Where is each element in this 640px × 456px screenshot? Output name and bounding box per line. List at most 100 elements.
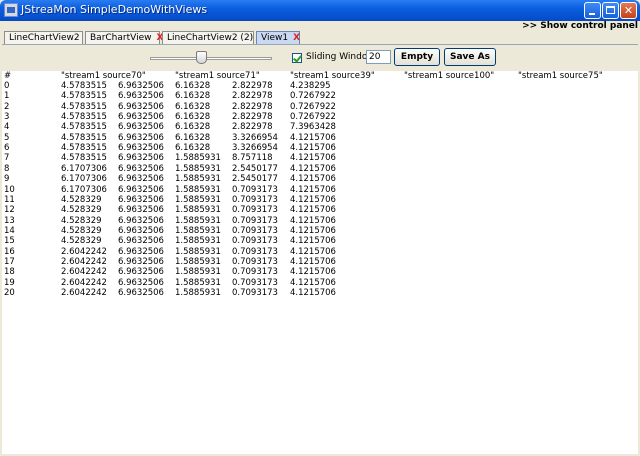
- close-icon: ✕: [623, 4, 634, 17]
- table-cell: 1.5885931: [175, 288, 221, 298]
- table-cell: 4.5783515: [61, 81, 107, 91]
- table-cell: 4.1215706: [290, 153, 336, 164]
- table-cell: 6.9632506: [118, 101, 164, 112]
- tab-linechartview2-2[interactable]: LineChartView2 (2)X: [162, 31, 265, 45]
- show-control-panel-link[interactable]: >> Show control panel: [522, 21, 638, 31]
- tab-barchartview[interactable]: BarChartView X: [85, 31, 163, 45]
- table-cell: 0.7093173: [232, 267, 278, 278]
- table-cell: 2: [4, 101, 10, 112]
- table-cell: 1.5885931: [175, 256, 221, 267]
- table-cell: 0.7093173: [232, 184, 278, 195]
- table-row: 0 4.5783515 6.9632506 6.16328 2.822978 4.2382…: [4, 81, 634, 91]
- table-cell: 6.9632506: [118, 143, 164, 154]
- column-header: "stream1 source100": [404, 71, 495, 81]
- table-row: 20 2.6042242 6.9632506 1.5885931 0.7093173 4.…: [4, 288, 634, 298]
- table-cell: 1.5885931: [175, 205, 221, 216]
- table-cell: 4.1215706: [290, 236, 336, 247]
- window-size-input[interactable]: [366, 50, 391, 64]
- table-cell: 2.5450177: [232, 163, 278, 174]
- table-cell: 12: [4, 205, 15, 216]
- close-button[interactable]: ✕: [620, 2, 637, 19]
- slider-track[interactable]: [150, 57, 272, 60]
- table-cell: 4.1215706: [290, 174, 336, 185]
- table-cell: 1.5885931: [175, 246, 221, 257]
- table-cell: 1.5885931: [175, 194, 221, 205]
- table-cell: 5: [4, 132, 10, 143]
- table-cell: 4.1215706: [290, 288, 336, 298]
- slider-thumb[interactable]: [196, 51, 207, 64]
- table-cell: 4.1215706: [290, 132, 336, 143]
- table-cell: 2.6042242: [61, 288, 107, 298]
- table-cell: 4.1215706: [290, 205, 336, 216]
- table-cell: 0: [4, 81, 10, 91]
- table-cell: 17: [4, 256, 15, 267]
- maximize-button[interactable]: [602, 2, 619, 19]
- table-cell: 4.5783515: [61, 143, 107, 154]
- table-cell: 2.822978: [232, 112, 273, 123]
- table-cell: 6.1707306: [61, 163, 107, 174]
- table-cell: 2.5450177: [232, 174, 278, 185]
- control-bar: Sliding Window Empty Save As: [2, 45, 638, 71]
- table-row: 19 2.6042242 6.9632506 1.5885931 0.7093173 4.…: [4, 278, 634, 288]
- table-cell: 19: [4, 277, 15, 288]
- table-cell: 6.9632506: [118, 81, 164, 91]
- table-cell: 6.16328: [175, 122, 211, 133]
- tab-view1[interactable]: View1 X: [256, 31, 300, 45]
- column-header: "stream1 source70": [61, 71, 146, 81]
- table-cell: 1.5885931: [175, 174, 221, 185]
- tab-close-icon[interactable]: X: [293, 33, 300, 43]
- table-cell: 6.9632506: [118, 246, 164, 257]
- table-row: 7 4.5783515 6.9632506 1.5885931 8.757118 4.12…: [4, 153, 634, 163]
- column-header: "stream1 source71": [175, 71, 260, 81]
- table-cell: 1.5885931: [175, 236, 221, 247]
- tab-linechartview2[interactable]: LineChartView2X: [4, 31, 92, 45]
- table-cell: 4.5783515: [61, 122, 107, 133]
- sliding-window-checkbox[interactable]: [292, 53, 302, 63]
- table-cell: 1.5885931: [175, 225, 221, 236]
- tab-label: BarChartView: [90, 33, 152, 43]
- table-cell: 1.5885931: [175, 277, 221, 288]
- table-cell: 4.5783515: [61, 153, 107, 164]
- table-cell: 4.1215706: [290, 256, 336, 267]
- table-row: 4 4.5783515 6.9632506 6.16328 2.822978 7.3963…: [4, 122, 634, 132]
- table-row: 6 4.5783515 6.9632506 6.16328 3.3266954 4.121…: [4, 143, 634, 153]
- table-cell: 6.16328: [175, 101, 211, 112]
- table-row: 13 4.528329 6.9632506 1.5885931 0.7093173 4.1…: [4, 216, 634, 226]
- window-title: JStreaMon SimpleDemoWithViews: [21, 3, 208, 16]
- minimize-button[interactable]: [584, 2, 601, 19]
- table-cell: 6: [4, 143, 10, 154]
- table-cell: 6.9632506: [118, 163, 164, 174]
- table-cell: 0.7093173: [232, 215, 278, 226]
- column-header: "stream1 source39": [290, 71, 375, 81]
- table-row: 2 4.5783515 6.9632506 6.16328 2.822978 0.7267…: [4, 102, 634, 112]
- table-cell: 6.9632506: [118, 153, 164, 164]
- table-cell: 0.7267922: [290, 101, 336, 112]
- table-row: 3 4.5783515 6.9632506 6.16328 2.822978 0.7267…: [4, 112, 634, 122]
- column-header: "stream1 source75": [518, 71, 603, 81]
- tab-label: View1: [261, 33, 289, 43]
- table-cell: 0.7093173: [232, 277, 278, 288]
- table-cell: 4.238295: [290, 81, 331, 91]
- table-row: 8 6.1707306 6.9632506 1.5885931 2.5450177 4.1…: [4, 164, 634, 174]
- table-cell: 4.1215706: [290, 194, 336, 205]
- table-cell: 1: [4, 91, 10, 102]
- table-cell: 2.6042242: [61, 256, 107, 267]
- table-cell: 0.7267922: [290, 112, 336, 123]
- table-cell: 6.16328: [175, 112, 211, 123]
- table-cell: 20: [4, 288, 15, 298]
- table-cell: 6.9632506: [118, 205, 164, 216]
- table-cell: 6.16328: [175, 143, 211, 154]
- table-cell: 4.1215706: [290, 225, 336, 236]
- table-cell: 0.7093173: [232, 256, 278, 267]
- table-cell: 6.9632506: [118, 256, 164, 267]
- table-row: 12 4.528329 6.9632506 1.5885931 0.7093173 4.1…: [4, 205, 634, 215]
- column-header: #: [4, 71, 12, 81]
- table-cell: 8.757118: [232, 153, 273, 164]
- table-cell: 10: [4, 184, 15, 195]
- empty-button[interactable]: Empty: [394, 48, 440, 66]
- table-cell: 4: [4, 122, 10, 133]
- table-cell: 3.3266954: [232, 143, 278, 154]
- table-cell: 1.5885931: [175, 153, 221, 164]
- save-as-button[interactable]: Save As: [444, 48, 496, 66]
- table-row: 10 6.1707306 6.9632506 1.5885931 0.7093173 4.…: [4, 185, 634, 195]
